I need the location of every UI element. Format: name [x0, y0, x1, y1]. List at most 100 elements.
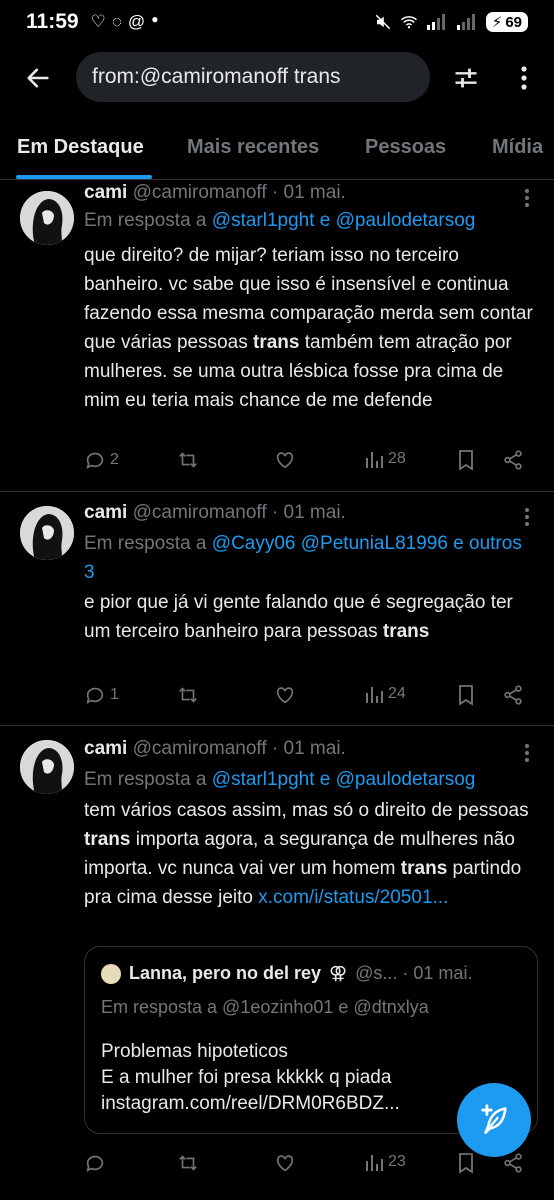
share-button[interactable] — [502, 684, 524, 706]
tweet-more-button[interactable] — [512, 738, 542, 768]
compose-post-button[interactable] — [457, 1083, 531, 1157]
quoted-handle-date: @s... · 01 mai. — [355, 963, 473, 983]
share-button[interactable] — [502, 449, 524, 471]
views-chart-icon — [366, 452, 383, 468]
reply-button[interactable]: 1 — [84, 684, 119, 706]
reply-context: Em resposta a @starl1pght e @paulodetars… — [84, 206, 534, 235]
quoted-line: E a mulher foi presa kkkkk q piada — [101, 1067, 392, 1088]
heart-outline-icon: ♡ — [90, 12, 106, 31]
tweet-header: cami @camiromanoff · 01 mai. — [84, 502, 346, 524]
repost-button[interactable] — [176, 1152, 200, 1174]
tweet-text-highlight: trans — [253, 332, 300, 353]
mute-icon — [375, 14, 391, 30]
status-system-icons: ⚡ 69 — [374, 12, 528, 32]
author-handle-date: @camiromanoff · 01 mai. — [132, 182, 346, 203]
tweet-header: cami @camiromanoff · 01 mai. — [84, 182, 346, 204]
views-chart-icon — [366, 687, 383, 703]
repost-icon — [179, 1155, 197, 1171]
reply-prefix: Em resposta a — [84, 210, 212, 231]
search-query: from:@camiromanoff trans — [92, 65, 341, 88]
like-button[interactable] — [274, 1152, 296, 1174]
bookmark-icon — [459, 450, 473, 471]
reply-button[interactable]: 2 — [84, 449, 119, 471]
share-icon — [504, 685, 522, 705]
views-button[interactable]: 23 — [364, 1152, 406, 1172]
tweet-text-highlight: trans — [84, 829, 131, 850]
bookmark-button[interactable] — [456, 684, 476, 706]
bookmark-icon — [459, 685, 473, 706]
repost-button[interactable] — [176, 684, 200, 706]
reply-context: Em resposta a @Cayy06 @PetuniaL81996 e o… — [84, 529, 534, 587]
tweet-text-part: e pior que já vi gente falando que é seg… — [84, 592, 513, 642]
views-button[interactable]: 28 — [364, 449, 406, 469]
heart-icon — [276, 452, 294, 469]
whatsapp-icon: ◌ — [111, 12, 122, 31]
bookmark-button[interactable] — [456, 1152, 476, 1174]
quoted-line: instagram.com/reel/DRM0R6BDZ... — [101, 1093, 400, 1114]
share-icon — [504, 450, 522, 470]
author-name[interactable]: cami — [84, 502, 127, 523]
tweet-actions: 2 28 — [84, 449, 534, 479]
views-count: 28 — [388, 450, 406, 467]
author-name[interactable]: cami — [84, 738, 127, 759]
tweet-actions: 23 — [84, 1152, 534, 1182]
more-vertical-icon — [525, 744, 529, 762]
reply-button[interactable] — [84, 1152, 110, 1174]
tweet-text: que direito? de mijar? teriam isso no te… — [84, 241, 534, 415]
search-input[interactable]: from:@camiromanoff trans — [76, 52, 430, 102]
avatar[interactable] — [20, 506, 74, 560]
like-button[interactable] — [274, 449, 296, 471]
repost-icon — [179, 452, 197, 468]
author-handle-date: @camiromanoff · 01 mai. — [132, 738, 346, 759]
compose-feather-icon — [481, 1104, 507, 1135]
like-button[interactable] — [274, 684, 296, 706]
overflow-menu-button[interactable] — [504, 56, 544, 100]
search-tabs: Em Destaque Mais recentes Pessoas Mídia — [0, 120, 554, 180]
tweet[interactable]: cami @camiromanoff · 01 mai. Em resposta… — [0, 181, 554, 492]
battery-indicator: ⚡ 69 — [485, 12, 528, 32]
reply-count: 1 — [110, 686, 119, 703]
share-icon — [504, 1153, 522, 1173]
status-bar: 11:59 ♡ ◌ @ ● ⚡ 69 — [0, 0, 554, 44]
tweet-header: cami @camiromanoff · 01 mai. — [84, 738, 346, 760]
quoted-avatar — [101, 963, 121, 984]
views-count: 23 — [388, 1153, 406, 1170]
tweet-more-button[interactable] — [512, 502, 542, 532]
tweet-actions: 1 24 — [84, 684, 534, 714]
avatar[interactable] — [20, 740, 74, 794]
signal-icon-2 — [456, 14, 475, 30]
tweet[interactable]: cami @camiromanoff · 01 mai. Em resposta… — [0, 492, 554, 726]
share-button[interactable] — [502, 1152, 524, 1174]
reply-icon — [86, 687, 104, 704]
bookmark-button[interactable] — [456, 449, 476, 471]
back-button[interactable] — [10, 50, 66, 106]
dot-icon: ● — [151, 12, 159, 26]
tweet-link[interactable]: x.com/i/status/20501... — [258, 887, 448, 908]
reply-mentions[interactable]: @starl1pght e @paulodetarsog — [212, 769, 476, 790]
arrow-left-icon — [27, 68, 49, 88]
views-button[interactable]: 24 — [364, 684, 406, 704]
quoted-reply-context: Em resposta a @1eozinho01 e @dtnxlya — [101, 997, 429, 1017]
tab-pessoas[interactable]: Pessoas — [365, 136, 446, 159]
quoted-line: Problemas hipoteticos — [101, 1041, 288, 1062]
tweet-text-part: tem vários casos assim, mas só o direito… — [84, 800, 529, 821]
views-count: 24 — [388, 685, 406, 702]
tab-mais-recentes[interactable]: Mais recentes — [187, 136, 319, 159]
tab-em-destaque[interactable]: Em Destaque — [17, 136, 144, 159]
quoted-tweet-header: Lanna, pero no del rey ⚢ @s... · 01 mai. — [101, 963, 472, 984]
status-notification-icons: ♡ ◌ @ ● — [91, 12, 159, 32]
author-handle-date: @camiromanoff · 01 mai. — [132, 502, 346, 523]
reply-mentions[interactable]: @starl1pght e @paulodetarsog — [212, 210, 476, 231]
quoted-text: Problemas hipoteticos E a mulher foi pre… — [101, 1039, 400, 1117]
repost-button[interactable] — [176, 449, 200, 471]
search-filter-button[interactable] — [444, 56, 488, 100]
avatar[interactable] — [20, 191, 74, 245]
author-name[interactable]: cami — [84, 182, 127, 203]
more-vertical-icon — [525, 508, 529, 526]
tab-midia[interactable]: Mídia — [492, 136, 543, 159]
wifi-icon — [400, 16, 417, 29]
more-vertical-icon — [525, 189, 529, 207]
charging-bolt-icon: ⚡ — [491, 14, 503, 31]
repost-icon — [179, 687, 197, 703]
heart-icon — [276, 1155, 294, 1172]
